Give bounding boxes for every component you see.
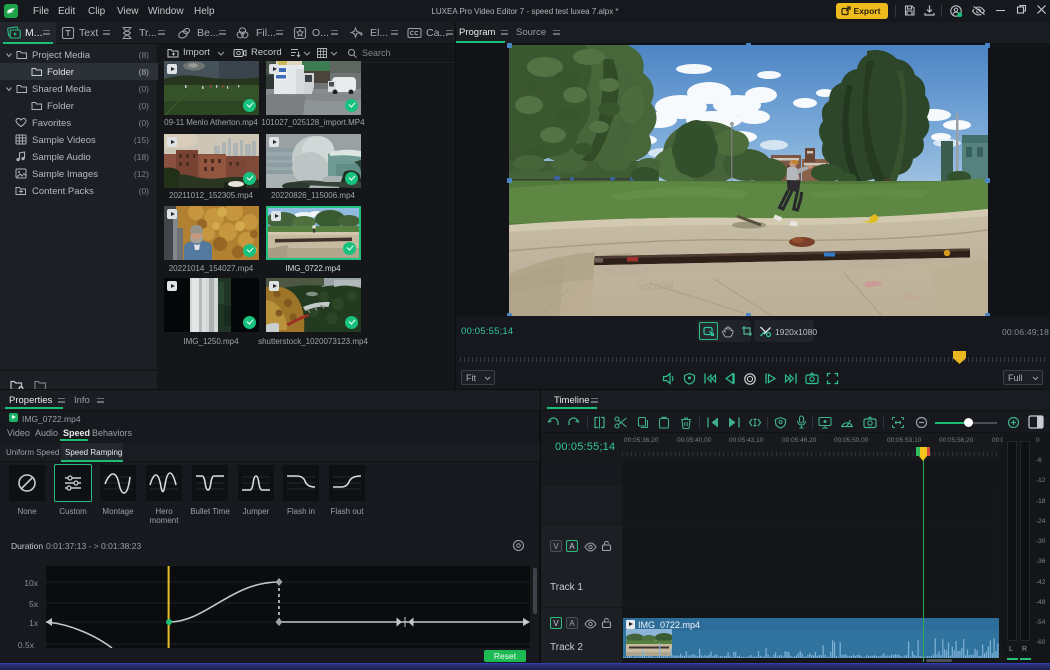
svg-text:VOLCOM: VOLCOM [637, 281, 674, 292]
